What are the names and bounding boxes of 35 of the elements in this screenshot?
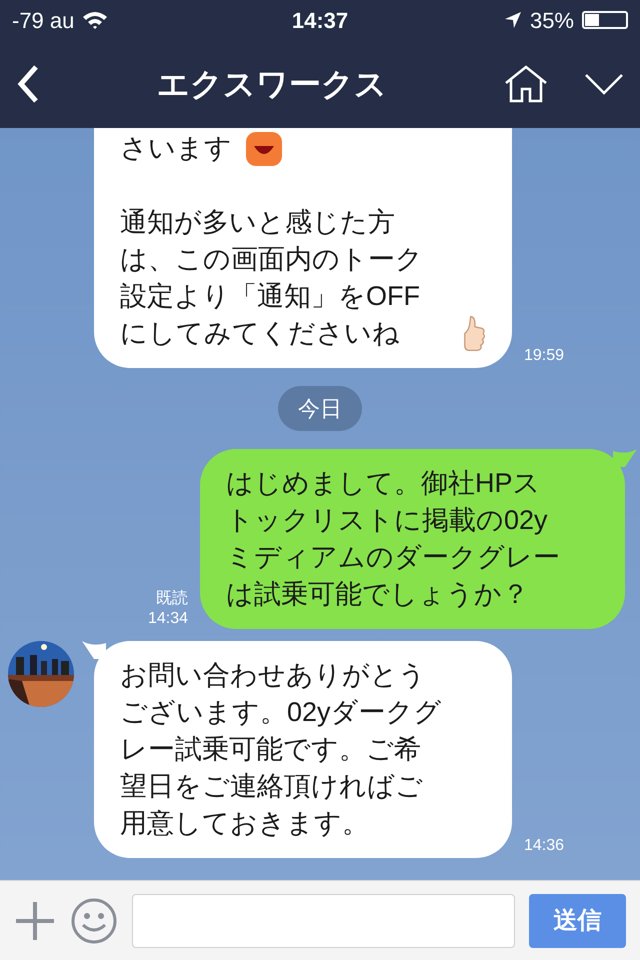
send-button[interactable]: 送信 — [529, 894, 626, 948]
message-line: レー試乗可能です。ご希 — [120, 733, 421, 766]
message-time: 14:36 — [524, 836, 564, 856]
message-line: にしてみてくださいね — [120, 317, 400, 350]
battery-icon — [582, 11, 628, 29]
chevron-down-icon[interactable] — [584, 73, 624, 95]
message-line: お問い合わせありがとう — [120, 659, 426, 692]
chat-title: エクスワークス — [156, 65, 388, 104]
message-line: は、この画面内のトーク — [120, 243, 423, 276]
carrier-label: -79 au — [12, 6, 74, 34]
location-arrow-icon — [504, 11, 522, 29]
wifi-icon — [82, 10, 108, 30]
smiley-emoji-icon — [244, 132, 284, 166]
smiley-icon[interactable] — [70, 896, 118, 944]
message-input[interactable] — [132, 894, 515, 948]
message-line: 設定より「通知」をOFF — [120, 280, 420, 313]
battery-percent: 35% — [530, 6, 574, 34]
read-receipt: 既読 — [156, 589, 188, 609]
message-line: 望日をご連絡頂ければご — [120, 770, 423, 803]
message-line: 通知が多いと感じた方 — [120, 206, 395, 239]
message-line: はじめまして。御社HPス — [226, 467, 541, 500]
message-time: 14:34 — [148, 609, 188, 629]
clock: 14:37 — [292, 6, 348, 34]
message-line: ミディアムのダークグレー — [226, 541, 560, 574]
message-line: さいます — [120, 132, 232, 165]
message-line: 用意しておきます。 — [120, 807, 369, 840]
message-line: は試乗可能でしょうか？ — [226, 578, 529, 611]
message-line: ございます。02yダークグ — [120, 696, 442, 729]
message-line: トックリストに掲載の02y — [226, 504, 548, 537]
back-icon[interactable] — [16, 64, 40, 104]
date-chip: 今日 — [278, 386, 362, 431]
home-icon[interactable] — [504, 65, 548, 103]
message-time: 19:59 — [524, 346, 564, 366]
plus-icon[interactable] — [14, 900, 56, 942]
thumbs-up-icon — [462, 315, 486, 352]
